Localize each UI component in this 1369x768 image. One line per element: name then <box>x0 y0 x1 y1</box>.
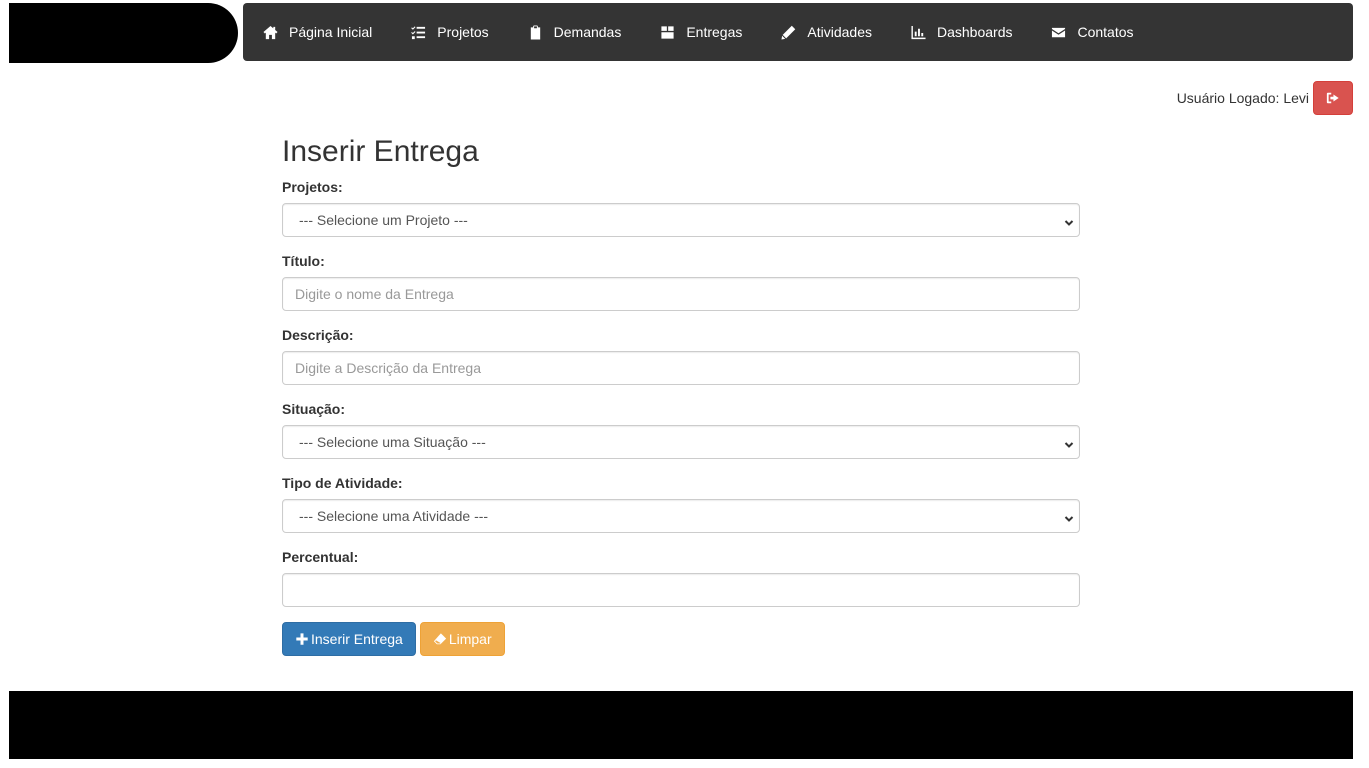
envelope-icon <box>1051 25 1077 40</box>
projetos-label: Projetos: <box>282 179 343 195</box>
nav-item-label: Demandas <box>553 24 622 40</box>
nav-list: Página Inicial Projetos Demandas Entrega… <box>243 3 1353 61</box>
clipboard-icon <box>528 24 554 40</box>
logged-user-label: Usuário Logado: Levi <box>1176 90 1309 106</box>
situacao-label: Situação: <box>282 401 346 417</box>
tipo-atividade-select[interactable]: --- Selecione uma Atividade --- <box>282 499 1080 533</box>
nav-item-label: Dashboards <box>936 24 1013 40</box>
nav-item-label: Atividades <box>807 24 872 40</box>
percentual-input[interactable] <box>282 573 1080 607</box>
chart-icon <box>911 25 937 40</box>
sign-out-icon <box>1326 91 1340 105</box>
box-icon <box>660 25 686 40</box>
descricao-label: Descrição: <box>282 327 354 343</box>
situacao-group: Situação: --- Selecione uma Situação --- <box>282 400 1080 459</box>
nav-item-demandas[interactable]: Demandas <box>528 3 622 61</box>
logout-button[interactable] <box>1313 81 1353 115</box>
descricao-input[interactable] <box>282 351 1080 385</box>
nav-item-entregas[interactable]: Entregas <box>660 3 742 61</box>
clear-label: Limpar <box>448 631 492 647</box>
chevron-down-icon <box>1064 215 1074 226</box>
page-title: Inserir Entrega <box>282 135 479 168</box>
form-buttons: Inserir Entrega Limpar <box>282 622 1080 656</box>
clear-button[interactable]: Limpar <box>419 622 505 656</box>
projetos-select-wrapper: --- Selecione um Projeto --- <box>282 203 1080 237</box>
nav-item-atividades[interactable]: Atividades <box>781 3 872 61</box>
nav-item-projetos[interactable]: Projetos <box>411 3 489 61</box>
projetos-select[interactable]: --- Selecione um Projeto --- <box>282 203 1080 237</box>
footer <box>9 691 1353 759</box>
chevron-down-icon <box>1064 511 1074 522</box>
projetos-group: Projetos: --- Selecione um Projeto --- <box>282 178 1080 237</box>
percentual-label: Percentual: <box>282 549 359 565</box>
titulo-input[interactable] <box>282 277 1080 311</box>
nav-item-label: Projetos <box>437 24 489 40</box>
nav-item-pagina-inicial[interactable]: Página Inicial <box>263 3 372 61</box>
tipo-atividade-select-wrapper: --- Selecione uma Atividade --- <box>282 499 1080 533</box>
tasks-icon <box>411 25 437 40</box>
situacao-select[interactable]: --- Selecione uma Situação --- <box>282 425 1080 459</box>
plus-icon <box>295 632 311 646</box>
home-icon <box>263 25 289 40</box>
tipo-atividade-group: Tipo de Atividade: --- Selecione uma Ati… <box>282 474 1080 533</box>
nav-item-label: Contatos <box>1077 24 1134 40</box>
nav-item-label: Página Inicial <box>289 24 373 40</box>
nav-item-dashboards[interactable]: Dashboards <box>911 3 1013 61</box>
insert-entrega-button[interactable]: Inserir Entrega <box>282 622 416 656</box>
titulo-label: Título: <box>282 253 325 269</box>
chevron-down-icon <box>1064 437 1074 448</box>
logo[interactable] <box>9 3 238 63</box>
tipo-atividade-label: Tipo de Atividade: <box>282 475 403 491</box>
pencil-icon <box>781 25 807 40</box>
insert-entrega-label: Inserir Entrega <box>311 631 403 647</box>
percentual-group: Percentual: <box>282 548 1080 607</box>
insert-entrega-form: Inserir Entrega Projetos: --- Selecione … <box>282 128 1080 656</box>
situacao-select-wrapper: --- Selecione uma Situação --- <box>282 425 1080 459</box>
main-navbar: Página Inicial Projetos Demandas Entrega… <box>243 3 1353 61</box>
descricao-group: Descrição: <box>282 326 1080 385</box>
titulo-group: Título: <box>282 252 1080 311</box>
nav-item-label: Entregas <box>686 24 743 40</box>
eraser-icon <box>433 632 449 646</box>
user-area: Usuário Logado: Levi <box>1177 81 1353 115</box>
nav-item-contatos[interactable]: Contatos <box>1051 3 1134 61</box>
